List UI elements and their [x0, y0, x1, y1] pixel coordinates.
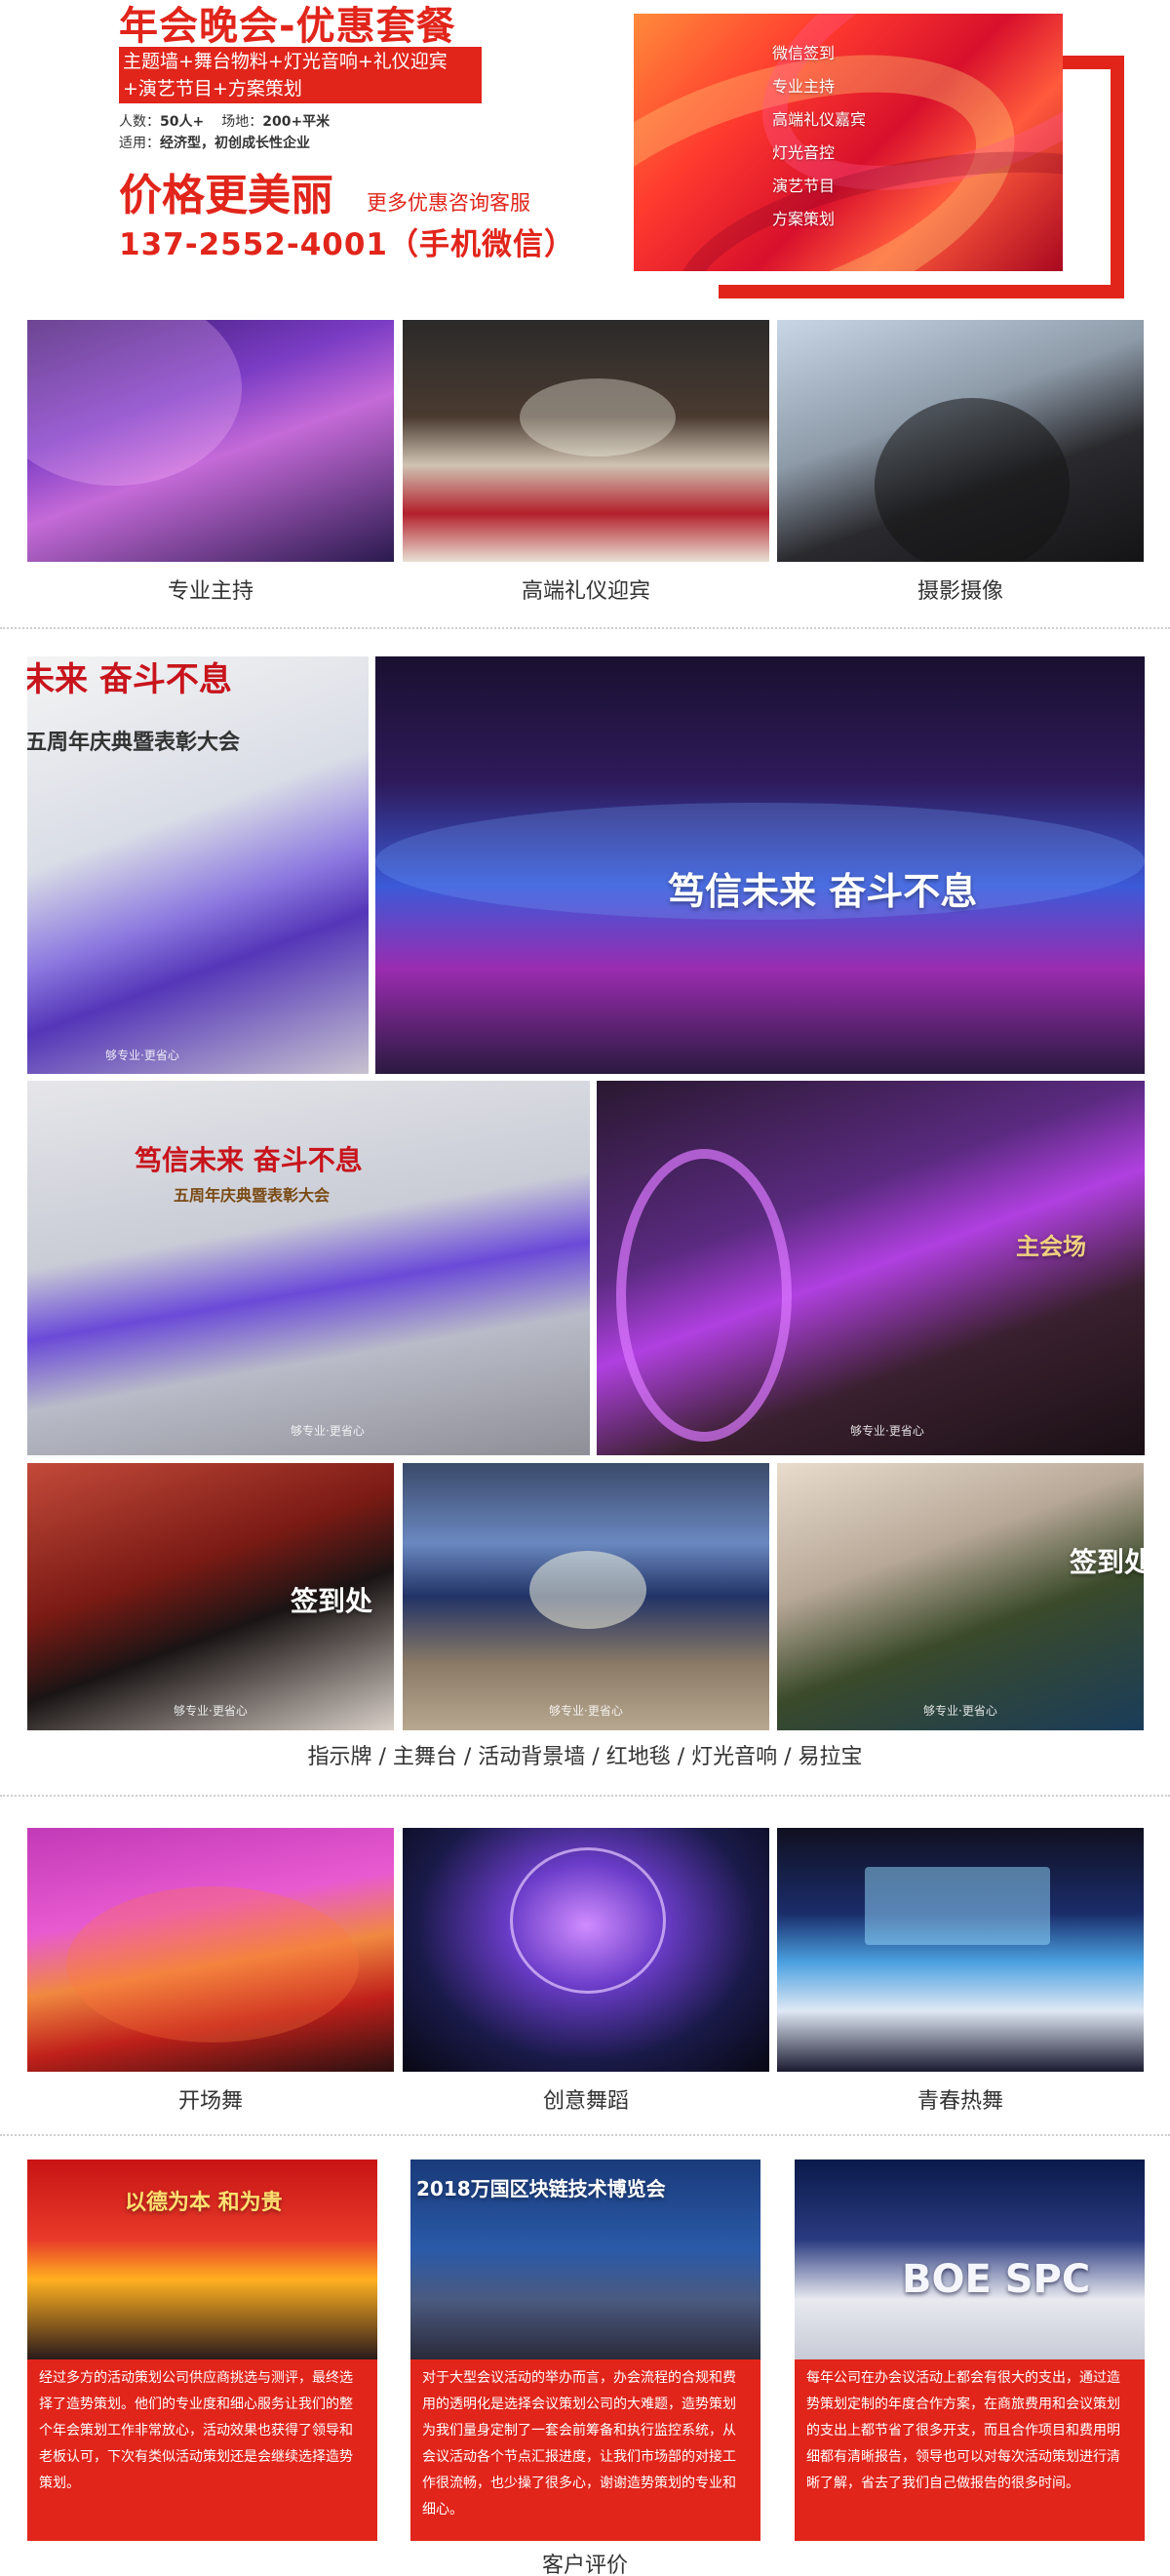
package-title: 年会晚会-优惠套餐: [119, 4, 456, 49]
consult-link[interactable]: 更多优惠咨询客服: [367, 187, 530, 217]
package-contents-line: 主题墙+舞台物料+灯光音响+礼仪迎宾: [123, 51, 448, 72]
gate-sign-text: 主会场: [1016, 1233, 1086, 1260]
case-photo-boe: BOE SPC: [795, 2160, 1145, 2359]
case-image-text: BOE SPC: [902, 2257, 1091, 2302]
services-banner: 微信签到 专业主持 高端礼仪嘉宾 灯光音控 演艺节目 方案策划: [634, 14, 1063, 271]
testimonial-text: 对于大型会议活动的举办而言，办会流程的合规和费用的透明化是选择会议策划公司的大难…: [422, 2370, 736, 2517]
package-contents-band: 主题墙+舞台物料+灯光音响+礼仪迎宾 +演艺节目+方案策划: [119, 47, 482, 103]
sign-wall-text: 未来 奋斗不息: [27, 660, 232, 699]
camera-caption: 摄影摄像: [916, 579, 1003, 604]
youth-dance-caption: 青春热舞: [916, 2089, 1003, 2114]
testimonial-card: 对于大型会议活动的举办而言，办会流程的合规和费用的透明化是选择会议策划公司的大难…: [410, 2359, 760, 2541]
case-image-text: 2018万国区块链技术博览会: [416, 2177, 666, 2200]
wall-banner-subtext: 五周年庆典暨表彰大会: [174, 1186, 331, 1205]
sign-wall-subtext: 五周年庆典暨表彰大会: [27, 731, 241, 755]
section-divider: [0, 1795, 1170, 1797]
suit-value: 经济型，初创成长性企业: [160, 136, 310, 151]
testimonial-card: 每年公司在办会议活动上都会有很大的支出，通过造势策划定制的年度合作方案，在商旅费…: [795, 2359, 1145, 2541]
etiquette-photo: [403, 320, 769, 562]
signing-pens-photo: 签到处 够专业·更省心: [27, 1463, 394, 1730]
promo-header: 年会晚会-优惠套餐 主题墙+舞台物料+灯光音响+礼仪迎宾 +演艺节目+方案策划 …: [0, 0, 1170, 302]
stage-banner-text: 笃信未来 奋斗不息: [668, 870, 978, 913]
venue-label: 场地：: [221, 114, 263, 130]
section-divider: [0, 2134, 1170, 2136]
youth-dance-photo: [777, 1828, 1144, 2072]
section-divider: [0, 627, 1170, 629]
case-photo-anniversary: 以德为本 和为贵: [27, 2160, 377, 2359]
service-item: 高端礼仪嘉宾: [772, 110, 867, 129]
red-carpet-tunnel-photo: 够专业·更省心: [403, 1463, 769, 1730]
watermark: 够专业·更省心: [549, 1704, 623, 1718]
gallery-caption: 指示牌 / 主舞台 / 活动背景墙 / 红地毯 / 灯光音响 / 易拉宝: [307, 1745, 863, 1769]
suit-label: 适用：: [119, 136, 160, 151]
venue-value: 200+平米: [262, 114, 331, 130]
package-meta: 人数：50人+ 场地：200+平米 适用：经济型，初创成长性企业: [119, 111, 330, 154]
case-image-text: 以德为本 和为贵: [125, 2191, 283, 2215]
entrance-gate-photo: 主会场 够专业·更省心: [597, 1081, 1145, 1455]
service-item: 灯光音控: [772, 143, 836, 162]
camera-photo: [777, 320, 1144, 562]
testimonial-text: 经过多方的活动策划公司供应商挑选与测评，最终选择了造势策划。他们的专业度和细心服…: [39, 2370, 353, 2491]
watermark: 够专业·更省心: [105, 1049, 179, 1062]
host-caption: 专业主持: [167, 579, 254, 604]
host-photo: [27, 320, 394, 562]
etiquette-caption: 高端礼仪迎宾: [521, 579, 650, 604]
rose-checkin-photo: 签到处 够专业·更省心: [777, 1463, 1144, 1730]
wall-banner-text: 笃信未来 奋斗不息: [135, 1144, 363, 1176]
main-stage-photo: 笃信未来 奋斗不息: [375, 656, 1145, 1074]
service-item: 微信签到: [772, 44, 836, 62]
opening-dance-caption: 开场舞: [177, 2089, 243, 2114]
opening-dance-photo: [27, 1828, 394, 2072]
watermark: 够专业·更省心: [174, 1704, 248, 1718]
people-value: 50人+: [160, 114, 205, 130]
price-headline: 价格更美丽: [119, 171, 333, 220]
package-contents-line: +演艺节目+方案策划: [123, 78, 302, 99]
creative-dance-caption: 创意舞蹈: [542, 2089, 629, 2114]
watermark: 够专业·更省心: [923, 1704, 997, 1718]
section-title-reviews: 客户评价: [541, 2554, 628, 2576]
services-list: 微信签到 专业主持 高端礼仪嘉宾 灯光音控 演艺节目 方案策划: [772, 37, 866, 236]
watermark: 够专业·更省心: [850, 1424, 924, 1438]
case-photo-blockchain: 2018万国区块链技术博览会: [410, 2160, 760, 2359]
service-item: 方案策划: [772, 210, 836, 228]
contact-phone[interactable]: 137-2552-4001（手机微信）: [119, 219, 575, 263]
people-label: 人数：: [119, 114, 160, 130]
testimonial-card: 经过多方的活动策划公司供应商挑选与测评，最终选择了造势策划。他们的专业度和细心服…: [27, 2359, 377, 2541]
pens-sign-text: 签到处: [291, 1585, 373, 1617]
testimonial-text: 每年公司在办会议活动上都会有很大的支出，通过造势策划定制的年度合作方案，在商旅费…: [806, 2370, 1120, 2491]
service-item: 专业主持: [772, 77, 836, 96]
service-item: 演艺节目: [772, 177, 836, 195]
signature-wall-photo: 未来 奋斗不息 五周年庆典暨表彰大会 够专业·更省心: [27, 656, 369, 1074]
creative-dance-photo: [403, 1828, 769, 2072]
roses-sign-text: 签到处: [1070, 1546, 1144, 1578]
watermark: 够专业·更省心: [291, 1424, 365, 1438]
background-wall-photo: 笃信未来 奋斗不息 五周年庆典暨表彰大会 够专业·更省心: [27, 1081, 590, 1455]
